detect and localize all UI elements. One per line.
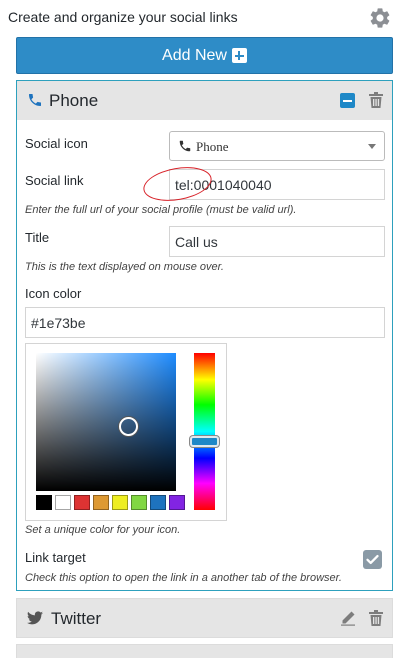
color-swatch[interactable] <box>131 495 147 510</box>
pencil-icon[interactable] <box>340 610 356 626</box>
color-picker <box>25 343 227 521</box>
icon-color-help: Set a unique color for your icon. <box>25 524 181 536</box>
color-swatch[interactable] <box>169 495 185 510</box>
link-target-help: Check this option to open the link in a … <box>25 572 342 584</box>
social-link-help: Enter the full url of your social profil… <box>25 204 297 216</box>
hue-slider[interactable] <box>194 353 215 510</box>
panel-title: Twitter <box>51 609 102 628</box>
title-label: Title <box>25 230 50 245</box>
color-swatch[interactable] <box>55 495 71 510</box>
phone-icon <box>179 140 191 152</box>
color-swatch[interactable] <box>150 495 166 510</box>
collapse-icon[interactable] <box>340 93 355 108</box>
trash-icon[interactable] <box>369 610 383 626</box>
phone-icon <box>29 94 41 106</box>
color-swatch[interactable] <box>112 495 128 510</box>
section-title: Create and organize your social links <box>8 9 238 25</box>
social-icon-select[interactable]: Phone <box>169 131 385 161</box>
social-link-input[interactable] <box>169 169 385 200</box>
hue-slider-handle[interactable] <box>190 436 219 447</box>
icon-color-input[interactable] <box>25 307 385 338</box>
panel-header[interactable]: Phone <box>17 81 392 120</box>
plus-square-icon <box>231 48 247 63</box>
title-input[interactable] <box>169 226 385 257</box>
color-swatch[interactable] <box>36 495 52 510</box>
title-help: This is the text displayed on mouse over… <box>25 261 224 273</box>
link-target-label: Link target <box>25 550 86 565</box>
section-header: Create and organize your social links <box>8 8 394 30</box>
chevron-down-icon <box>368 144 376 149</box>
checkmark-icon <box>366 554 379 565</box>
add-new-button[interactable]: Add New <box>16 37 393 74</box>
twitter-icon <box>27 611 43 625</box>
social-link-panel-partial[interactable] <box>16 644 393 658</box>
gear-icon[interactable] <box>368 6 392 30</box>
color-picker-handle[interactable] <box>119 417 138 436</box>
icon-color-label: Icon color <box>25 286 82 301</box>
link-target-checkbox[interactable] <box>363 550 382 569</box>
saturation-value-area[interactable] <box>36 353 176 491</box>
color-swatch[interactable] <box>74 495 90 510</box>
social-link-panel-phone: Phone Social icon Phone Social link Ente… <box>16 80 393 591</box>
panel-title: Phone <box>49 91 99 110</box>
social-link-label: Social link <box>25 173 84 188</box>
color-swatches <box>36 495 185 510</box>
trash-icon[interactable] <box>369 92 383 108</box>
add-new-label: Add New <box>162 46 227 64</box>
color-swatch[interactable] <box>93 495 109 510</box>
social-icon-selected: Phone <box>196 139 229 154</box>
social-icon-label: Social icon <box>25 136 88 151</box>
social-link-panel-twitter[interactable]: Twitter <box>16 598 393 638</box>
